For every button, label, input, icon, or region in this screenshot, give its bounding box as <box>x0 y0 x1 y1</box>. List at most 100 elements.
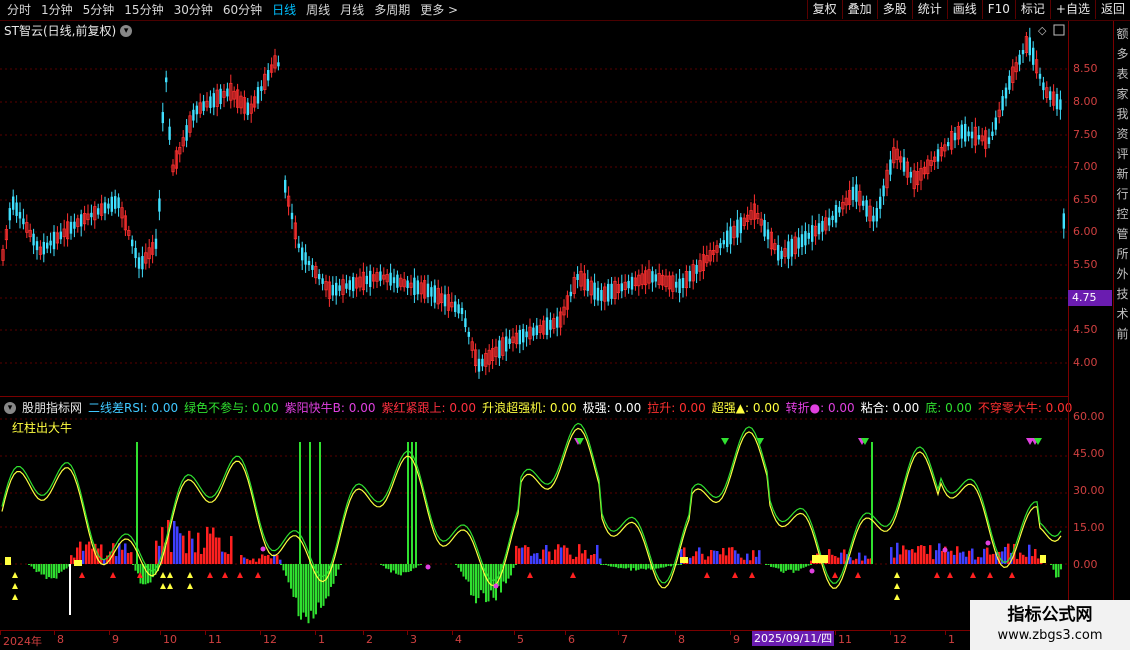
hist-bar-positive <box>858 552 861 564</box>
hist-bar-negative <box>670 564 672 567</box>
chevron-down-icon[interactable]: ▾ <box>120 24 133 37</box>
candle-body <box>35 241 39 251</box>
period-tab[interactable]: 5分钟 <box>78 2 120 18</box>
candle-body <box>49 240 52 246</box>
price-tick: 8.50 <box>1073 62 1098 75</box>
candle-body <box>766 229 770 240</box>
candle-body <box>882 185 885 197</box>
period-tab[interactable]: 日线 <box>267 2 301 18</box>
strip-char: 新 <box>1116 167 1129 181</box>
diamond-icon[interactable]: ◇ <box>1038 24 1047 37</box>
candle-body <box>688 270 691 282</box>
candle-body <box>379 271 382 281</box>
candle-body <box>780 250 783 259</box>
hist-bar-negative <box>665 564 667 567</box>
candle-body <box>1021 50 1025 55</box>
hist-bar-positive <box>911 549 914 564</box>
candle-body <box>307 260 311 266</box>
candle-body <box>518 329 521 345</box>
period-tab[interactable]: 月线 <box>335 2 369 18</box>
hist-bar-negative <box>332 564 335 584</box>
hist-bar-positive <box>203 547 206 564</box>
turning-dot-icon <box>985 540 991 546</box>
hist-bar-negative <box>322 564 325 606</box>
hist-bar-negative <box>510 564 512 576</box>
hist-bar-positive <box>590 554 593 564</box>
hist-bar-positive <box>227 553 230 564</box>
hist-bar-positive <box>100 544 103 564</box>
hist-bar-negative <box>630 564 632 571</box>
strip-char: 外 <box>1116 267 1129 281</box>
date-tick: 6 <box>568 633 575 646</box>
candle-body <box>1028 37 1031 56</box>
date-tick: 12 <box>893 633 907 646</box>
toolbar-button[interactable]: 标记 <box>1014 0 1050 19</box>
candle-body <box>406 280 409 289</box>
candle-body <box>719 243 722 249</box>
candle-body <box>90 212 93 218</box>
hist-bar-positive <box>267 554 270 564</box>
hist-bar-positive <box>932 559 935 564</box>
period-tab[interactable]: 多周期 <box>369 2 415 18</box>
hist-bar-negative <box>617 564 620 569</box>
hist-bar-positive <box>831 554 834 564</box>
hist-bar-positive <box>252 558 255 564</box>
hist-bar-negative <box>472 564 475 596</box>
hist-bar-negative <box>1050 564 1052 565</box>
hist-bar-negative <box>795 564 797 571</box>
candle-body <box>498 340 501 359</box>
hist-bar-negative <box>30 564 33 567</box>
candle-body <box>267 70 270 81</box>
hist-bar-positive <box>974 559 977 564</box>
hist-bar-positive <box>206 526 209 564</box>
candle-body <box>209 96 212 108</box>
candle-body <box>348 280 351 290</box>
toolbar-button[interactable]: 画线 <box>946 0 982 19</box>
hist-bar-negative <box>385 564 387 569</box>
right-info-strip[interactable]: 额多表家我资评新行控管所外技术前 <box>1113 21 1130 649</box>
period-tab[interactable]: 1分钟 <box>36 2 78 18</box>
hist-bar-negative <box>645 564 647 570</box>
hist-bar-positive <box>917 546 920 564</box>
hist-bar-negative <box>300 564 302 620</box>
candle-body <box>889 159 892 175</box>
indicator-chart[interactable] <box>0 397 1068 629</box>
toolbar-button[interactable]: 叠加 <box>841 0 877 19</box>
period-tab[interactable]: 60分钟 <box>218 2 267 18</box>
date-tick: 10 <box>163 633 177 646</box>
strong-up-icon <box>894 572 900 578</box>
price-candlestick-chart[interactable]: ◇ <box>0 21 1068 395</box>
toolbar-button[interactable]: 统计 <box>911 0 947 19</box>
watermark-url: www.zbgs3.com <box>997 628 1103 643</box>
hist-bar-negative <box>400 564 402 576</box>
rise-icon <box>207 572 213 578</box>
hist-bar-positive <box>551 559 554 564</box>
hist-bar-positive <box>554 549 557 564</box>
hist-bar-positive <box>695 551 698 564</box>
period-tab[interactable]: 周线 <box>301 2 335 18</box>
hist-bar-positive <box>575 556 578 564</box>
strong-up-icon <box>12 583 18 589</box>
period-tab[interactable]: 更多 > <box>415 2 463 18</box>
hist-bar-positive <box>527 547 530 564</box>
candle-body <box>821 220 824 232</box>
toolbar-button[interactable]: F10 <box>981 0 1015 19</box>
candle-body <box>311 265 314 270</box>
candle-body <box>596 287 600 301</box>
period-tab[interactable]: 15分钟 <box>119 2 168 18</box>
top-toolbar: 分时 1分钟 5分钟 15分钟 30分钟 60分钟 日线 周线 月线 多周期 更多 > 复权 叠加 多股… <box>0 0 1130 21</box>
hist-bar-negative <box>460 564 462 572</box>
toolbar-button[interactable]: +自选 <box>1049 0 1095 19</box>
hist-bar-negative <box>320 564 322 608</box>
toolbar-button[interactable]: 复权 <box>806 0 842 19</box>
period-tab[interactable]: 30分钟 <box>169 2 218 18</box>
candle-body <box>1049 91 1052 100</box>
hist-bar-positive <box>956 546 959 564</box>
toolbar-button[interactable]: 多股 <box>876 0 912 19</box>
period-tab[interactable]: 分时 <box>2 2 36 18</box>
hist-bar-positive <box>1019 552 1022 564</box>
strip-char: 技 <box>1116 287 1129 301</box>
restore-icon[interactable] <box>1053 24 1065 36</box>
hist-bar-positive <box>971 548 974 564</box>
toolbar-button[interactable]: 返回 <box>1094 0 1130 19</box>
